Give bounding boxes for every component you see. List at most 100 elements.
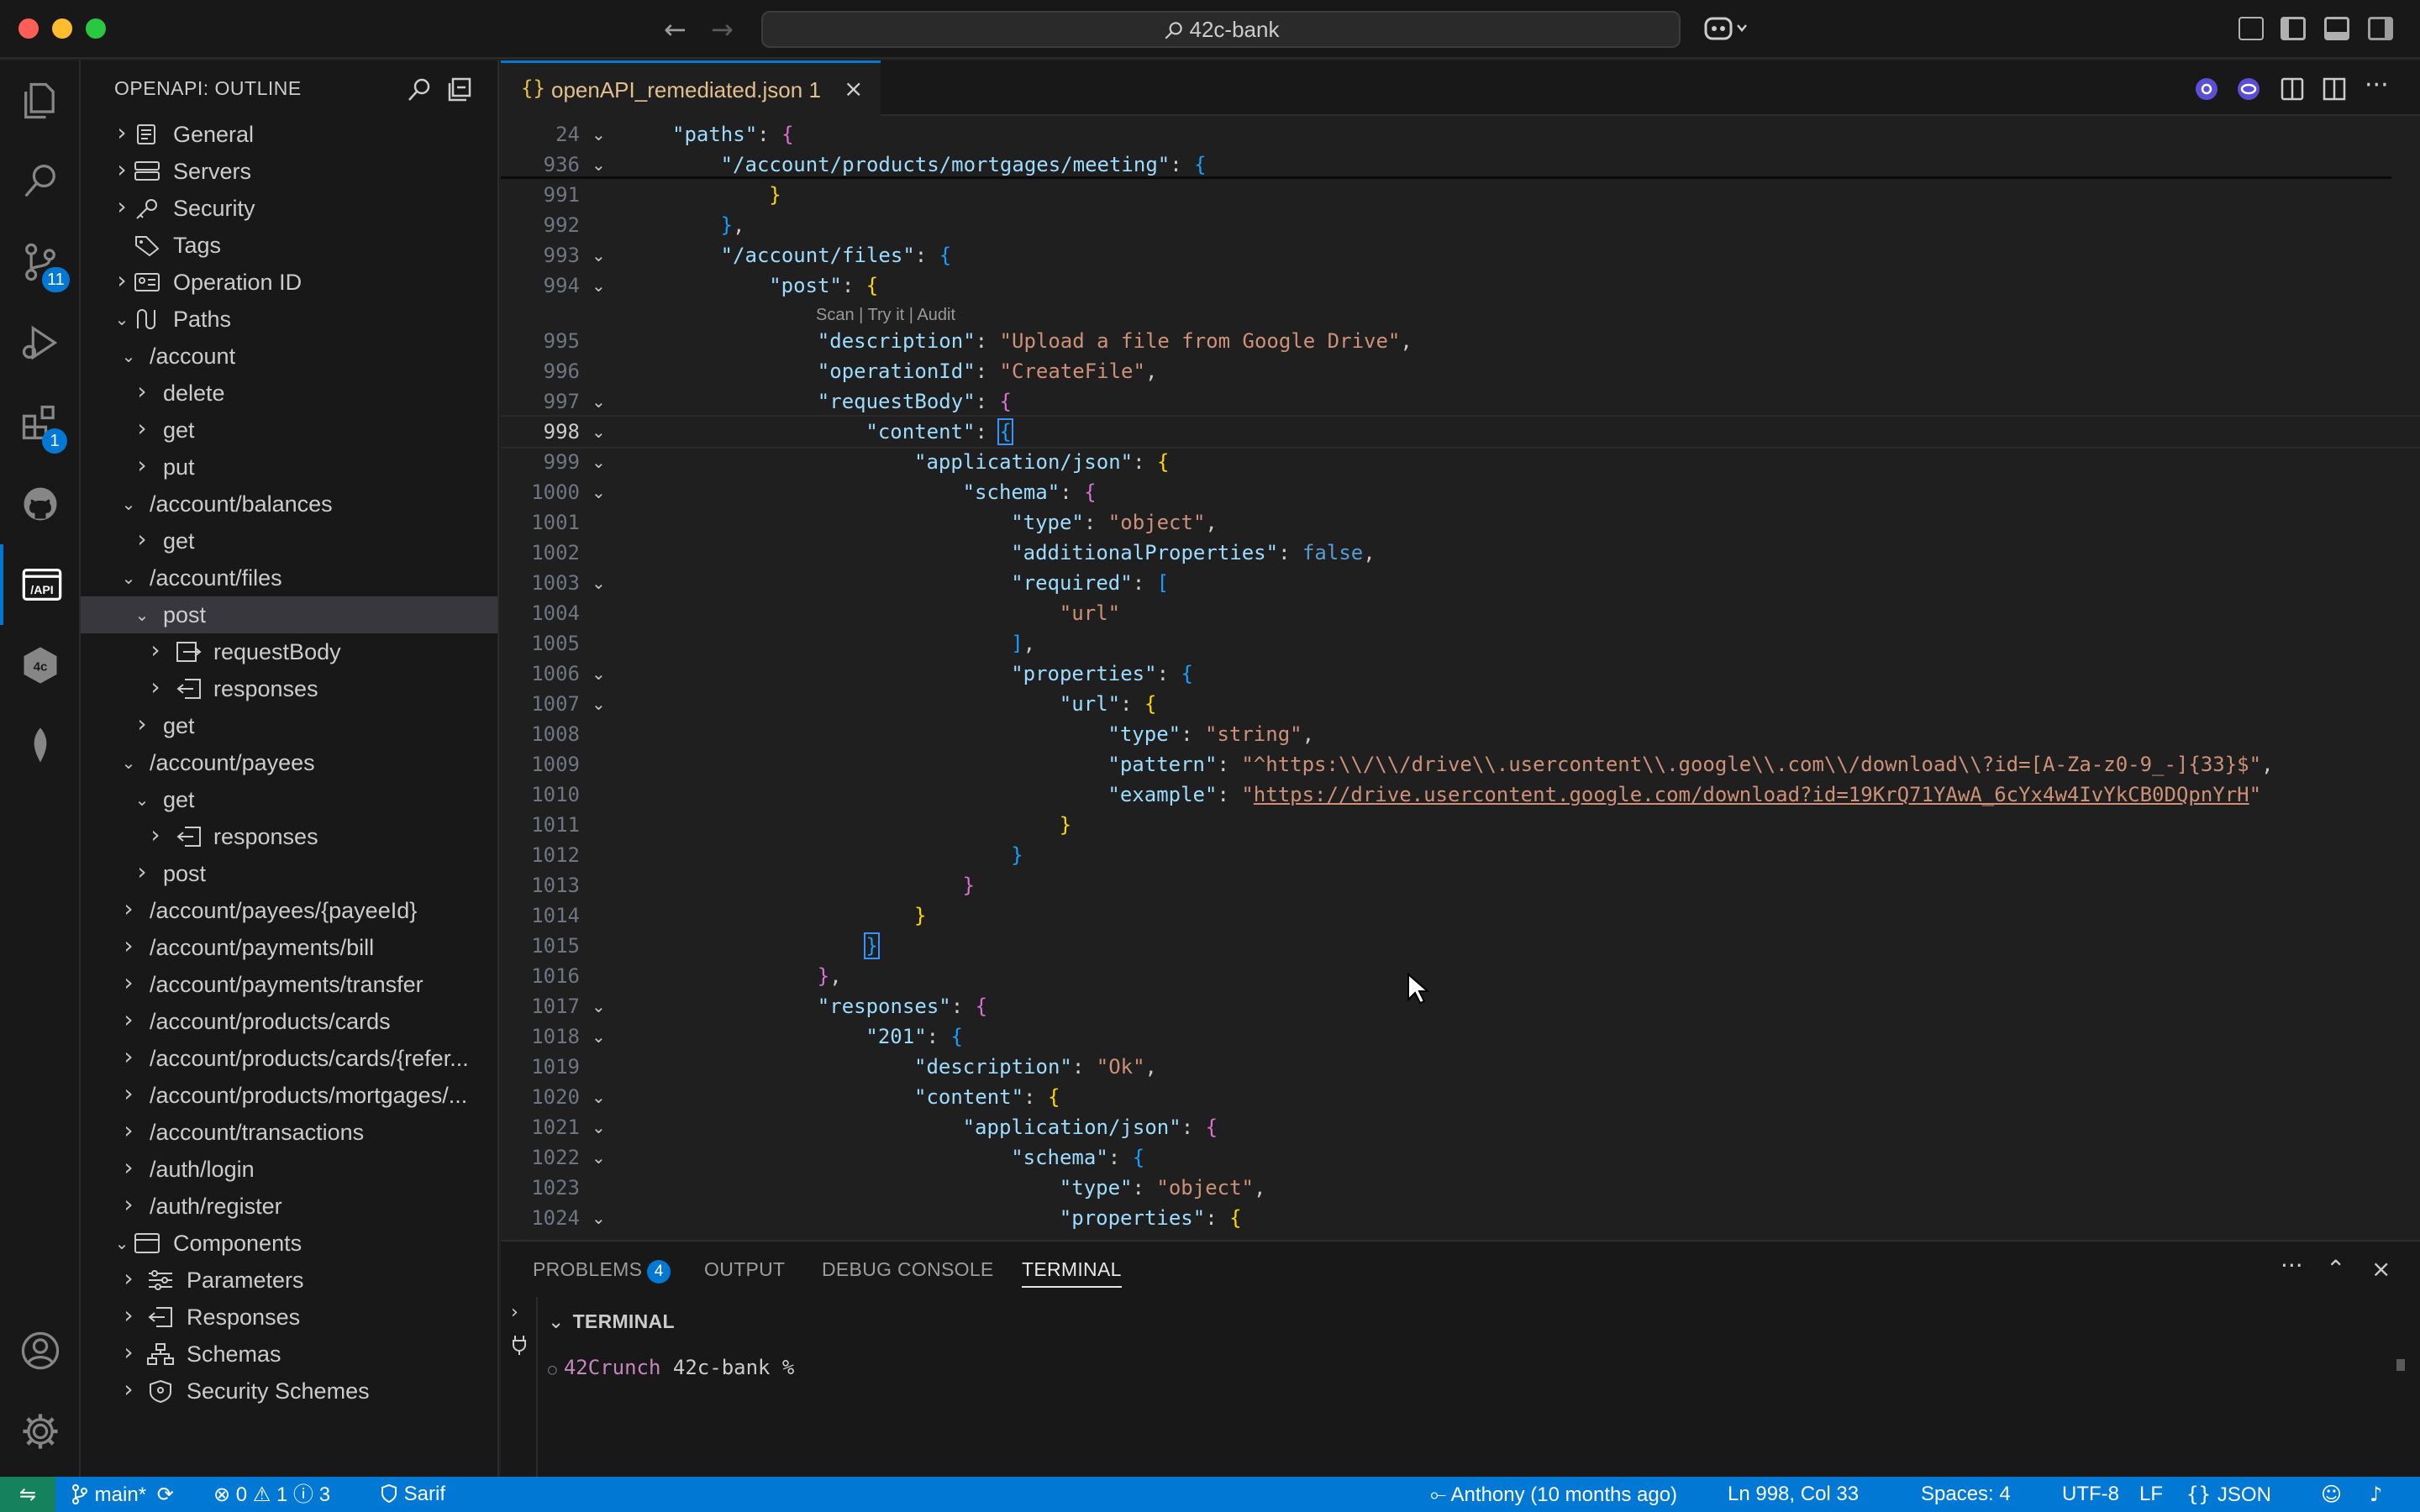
chevron-right-icon[interactable]: ›: [511, 1302, 518, 1323]
chevron-down-icon[interactable]: ⌄: [111, 1225, 133, 1262]
source-control-icon[interactable]: 11: [0, 222, 81, 302]
tab-problems[interactable]: PROBLEMS 4: [533, 1258, 671, 1284]
tab-output[interactable]: OUTPUT: [704, 1258, 785, 1281]
explorer-icon[interactable]: [0, 60, 81, 141]
outline-item[interactable]: › Servers: [81, 151, 497, 190]
outline-item[interactable]: › Parameters: [81, 1262, 497, 1299]
editor-tab[interactable]: {} openAPI_remediated.json 1 ×: [501, 60, 881, 116]
code-line[interactable]: 1019 "description": "Ok",: [501, 1052, 2420, 1082]
42crunch-scan-icon[interactable]: [2235, 76, 2262, 102]
outline-item[interactable]: › /account/payments/bill: [81, 927, 497, 966]
code-line[interactable]: 1013}: [501, 870, 2420, 900]
code-line[interactable]: 1022 ⌄ "schema": {: [501, 1142, 2420, 1173]
github-icon[interactable]: [0, 464, 81, 544]
chevron-right-icon[interactable]: ›: [118, 1297, 139, 1334]
chevron-down-icon[interactable]: ⌄: [118, 486, 139, 522]
open-preview-icon[interactable]: [2279, 76, 2306, 102]
chevron-right-icon[interactable]: ›: [118, 927, 139, 964]
outline-item[interactable]: ⌄ Components: [81, 1225, 497, 1262]
remote-indicator-icon[interactable]: ⇋: [0, 1477, 55, 1512]
maximize-panel-icon[interactable]: ⌃: [2326, 1255, 2345, 1283]
chevron-down-icon[interactable]: ⌄: [118, 559, 139, 596]
fold-chevron-icon[interactable]: ⌄: [592, 1082, 612, 1112]
outline-item[interactable]: ⌄ /account/payees: [81, 744, 497, 781]
sarif-indicator[interactable]: Sarif: [380, 1477, 445, 1512]
chevron-down-icon[interactable]: ⌄: [111, 301, 133, 338]
outline-item[interactable]: › requestBody: [81, 633, 497, 670]
language-mode[interactable]: {} JSON: [2186, 1477, 2271, 1512]
chevron-down-icon[interactable]: ⌄: [131, 596, 153, 633]
customize-layout-icon[interactable]: [2238, 17, 2264, 40]
encoding[interactable]: UTF-8: [2062, 1477, 2119, 1512]
chevron-right-icon[interactable]: ›: [111, 114, 133, 151]
code-line[interactable]: 1001 "type": "object",: [501, 507, 2420, 538]
code-line[interactable]: 998 ⌄ "content": {: [501, 415, 2420, 449]
code-line[interactable]: 1015}: [501, 931, 2420, 961]
code-line[interactable]: 993 ⌄ "/account/files": {: [501, 240, 2420, 270]
fold-chevron-icon[interactable]: ⌄: [592, 417, 612, 447]
more-actions-icon[interactable]: ···: [2365, 73, 2391, 102]
chevron-right-icon[interactable]: ›: [131, 447, 153, 484]
outline-item[interactable]: › post: [81, 853, 497, 892]
fold-chevron-icon[interactable]: ⌄: [592, 689, 612, 719]
chevron-right-icon[interactable]: ›: [131, 853, 153, 890]
code-line[interactable]: 992},: [501, 210, 2420, 240]
outline-item[interactable]: › get: [81, 521, 497, 559]
terminal-prompt[interactable]: ○ 42Crunch 42c-bank %: [548, 1356, 794, 1379]
code-line[interactable]: 1005],: [501, 628, 2420, 659]
git-blame[interactable]: ⟜ Anthony (10 months ago): [1430, 1477, 1677, 1512]
code-line[interactable]: 1016},: [501, 961, 2420, 991]
search-icon[interactable]: [0, 141, 81, 222]
code-line[interactable]: 1002 "additionalProperties": false,: [501, 538, 2420, 568]
chevron-right-icon[interactable]: ›: [118, 964, 139, 1001]
window-close-button[interactable]: [18, 18, 39, 39]
outline-item[interactable]: › /account/payments/transfer: [81, 964, 497, 1003]
indentation[interactable]: Spaces: 4: [1921, 1477, 2011, 1512]
run-debug-icon[interactable]: [0, 302, 81, 383]
chevron-right-icon[interactable]: ›: [118, 1186, 139, 1223]
code-line[interactable]: 1011}: [501, 810, 2420, 840]
close-tab-icon[interactable]: ×: [844, 75, 863, 102]
code-line[interactable]: 1004 "url": [501, 598, 2420, 628]
chevron-right-icon[interactable]: ›: [118, 1334, 139, 1371]
outline-item[interactable]: › /account/payees/{payeeId}: [81, 892, 497, 929]
settings-gear-icon[interactable]: [0, 1391, 81, 1472]
chevron-right-icon[interactable]: ›: [111, 151, 133, 188]
outline-item[interactable]: › Schemas: [81, 1334, 497, 1373]
fold-chevron-icon[interactable]: ⌄: [592, 270, 612, 301]
chevron-down-icon[interactable]: ⌄: [118, 744, 139, 781]
outline-item[interactable]: › Operation ID: [81, 264, 497, 301]
branch-indicator[interactable]: main* ⟳: [71, 1477, 174, 1512]
fold-chevron-icon[interactable]: ⌄: [592, 1203, 612, 1233]
chevron-right-icon[interactable]: ›: [131, 521, 153, 558]
sync-icon[interactable]: ⟳: [157, 1483, 174, 1506]
code-line[interactable]: 1008 "type": "string",: [501, 719, 2420, 749]
code-line[interactable]: 994 ⌄ "post": {: [501, 270, 2420, 301]
outline-item[interactable]: ⌄ get: [81, 781, 497, 818]
code-line[interactable]: 1017 ⌄ "responses": {: [501, 991, 2420, 1021]
chevron-right-icon[interactable]: ›: [118, 1112, 139, 1149]
chevron-down-icon[interactable]: ⌄: [131, 781, 153, 818]
terminal-scrollbar[interactable]: [2396, 1359, 2405, 1371]
mongodb-leaf-icon[interactable]: [0, 706, 81, 786]
outline-item[interactable]: › put: [81, 447, 497, 486]
code-line[interactable]: 1012}: [501, 840, 2420, 870]
chevron-right-icon[interactable]: ›: [118, 1001, 139, 1038]
fold-chevron-icon[interactable]: ⌄: [592, 240, 612, 270]
fold-chevron-icon[interactable]: ⌄: [592, 991, 612, 1021]
tab-debug-console[interactable]: DEBUG CONSOLE: [822, 1258, 994, 1281]
code-line[interactable]: 1007 ⌄ "url": {: [501, 689, 2420, 719]
fold-chevron-icon[interactable]: ⌄: [592, 119, 612, 150]
window-maximize-button[interactable]: [86, 18, 106, 39]
outline-item[interactable]: ⌄ /account/files: [81, 559, 497, 596]
fold-chevron-icon[interactable]: ⌄: [592, 477, 612, 507]
outline-item[interactable]: › /auth/login: [81, 1151, 497, 1188]
outline-item[interactable]: › /account/products/mortgages/...: [81, 1077, 497, 1114]
split-editor-icon[interactable]: [2321, 76, 2348, 102]
code-line[interactable]: 991}: [501, 180, 2420, 210]
42crunch-icon[interactable]: 4c: [0, 625, 81, 706]
outline-item[interactable]: Tags: [81, 227, 497, 264]
chevron-right-icon[interactable]: ›: [118, 1038, 139, 1075]
fold-chevron-icon[interactable]: ⌄: [592, 386, 612, 417]
42crunch-audit-icon[interactable]: [2193, 76, 2220, 102]
